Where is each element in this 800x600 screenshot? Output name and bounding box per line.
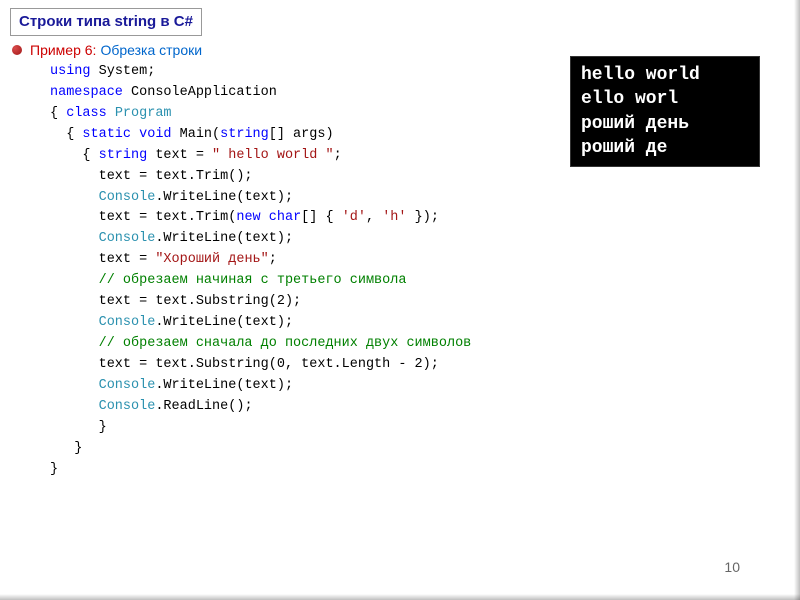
example-desc: Обрезка строки	[100, 42, 202, 58]
code-line: text = text.Substring(2);	[50, 292, 790, 313]
slide-shadow	[794, 0, 800, 600]
console-line: роший день	[581, 112, 749, 136]
code-line: Console.WriteLine(text);	[50, 376, 790, 397]
example-label: Пример 6:	[30, 42, 96, 58]
code-line: Console.WriteLine(text);	[50, 313, 790, 334]
page-number: 10	[724, 559, 740, 575]
code-line: text = "Хороший день";	[50, 250, 790, 271]
code-line: // обрезаем начиная с третьего символа	[50, 271, 790, 292]
code-line: text = text.Substring(0, text.Length - 2…	[50, 355, 790, 376]
code-line: text = text.Trim();	[50, 167, 790, 188]
slide-title: Строки типа string в C#	[19, 13, 193, 30]
console-output: hello world ello worl роший день роший д…	[570, 56, 760, 167]
slide-container: Строки типа string в C# Пример 6: Обрезк…	[0, 0, 800, 600]
slide-shadow	[0, 594, 800, 600]
code-line: // обрезаем сначала до последних двух си…	[50, 334, 790, 355]
code-line: }	[50, 418, 790, 439]
code-line: Console.WriteLine(text);	[50, 188, 790, 209]
console-line: hello world	[581, 63, 749, 87]
code-line: }	[50, 439, 790, 460]
code-line: Console.ReadLine();	[50, 397, 790, 418]
bullet-icon	[12, 45, 22, 55]
code-line: }	[50, 460, 790, 481]
code-line: Console.WriteLine(text);	[50, 229, 790, 250]
console-line: роший де	[581, 136, 749, 160]
code-line: text = text.Trim(new char[] { 'd', 'h' }…	[50, 208, 790, 229]
console-line: ello worl	[581, 87, 749, 111]
title-box: Строки типа string в C#	[10, 8, 202, 36]
